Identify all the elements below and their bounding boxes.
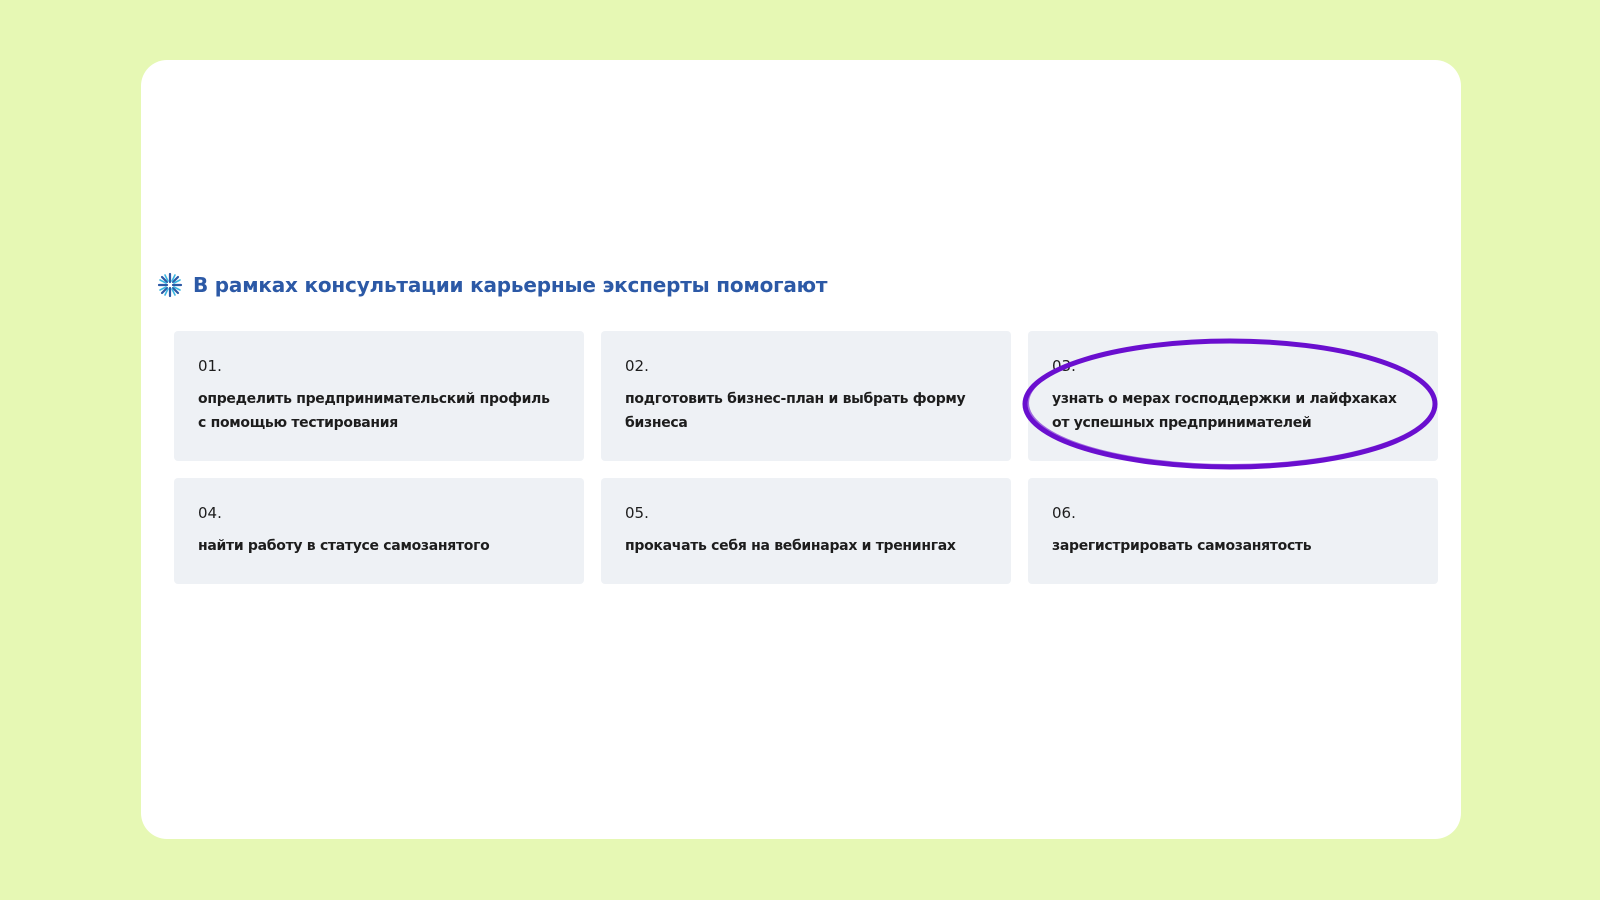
card-number: 02. <box>625 357 649 375</box>
card-text: подготовить бизнес-план и выбрать форму … <box>625 391 966 431</box>
card-04: 04. найти работу в статусе самозанятого <box>174 478 584 584</box>
section-header: В рамках консультации карьерные эксперты… <box>157 272 828 298</box>
card-05: 05. прокачать себя на вебинарах и тренин… <box>601 478 1011 584</box>
card-text: найти работу в статусе самозанятого <box>198 538 490 554</box>
card-number: 04. <box>198 504 222 522</box>
section-title: В рамках консультации карьерные эксперты… <box>193 273 828 297</box>
card-03: 03. узнать о мерах господдержки и лайфха… <box>1028 331 1438 461</box>
card-02: 02. подготовить бизнес-план и выбрать фо… <box>601 331 1011 461</box>
content-panel: В рамках консультации карьерные эксперты… <box>141 60 1461 839</box>
snowflake-icon <box>157 272 183 298</box>
card-text: узнать о мерах господдержки и лайфхаках … <box>1052 391 1397 431</box>
card-text: определить предпринимательский профиль с… <box>198 391 550 431</box>
card-text: зарегистрировать самозанятость <box>1052 538 1312 554</box>
card-number: 03. <box>1052 357 1076 375</box>
card-06: 06. зарегистрировать самозанятость <box>1028 478 1438 584</box>
card-number: 05. <box>625 504 649 522</box>
card-number: 06. <box>1052 504 1076 522</box>
card-number: 01. <box>198 357 222 375</box>
card-01: 01. определить предпринимательский профи… <box>174 331 584 461</box>
card-text: прокачать себя на вебинарах и тренингах <box>625 538 956 554</box>
services-grid: 01. определить предпринимательский профи… <box>174 331 1442 584</box>
